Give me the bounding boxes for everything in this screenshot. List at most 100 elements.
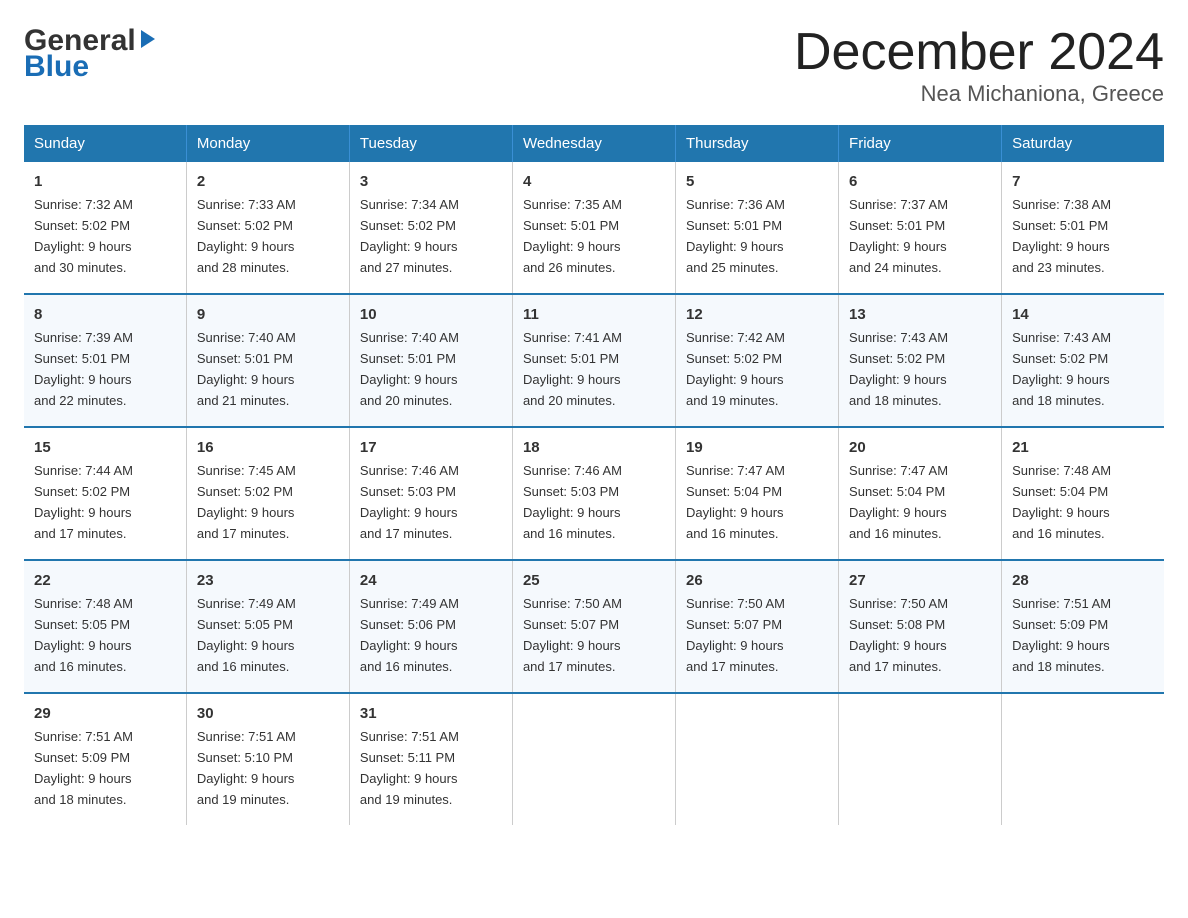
day-info: Sunrise: 7:34 AMSunset: 5:02 PMDaylight:… [360, 197, 459, 275]
calendar-header-row: Sunday Monday Tuesday Wednesday Thursday… [24, 125, 1164, 162]
day-info: Sunrise: 7:49 AMSunset: 5:06 PMDaylight:… [360, 596, 459, 674]
day-number: 25 [523, 569, 665, 592]
calendar-day-cell: 18 Sunrise: 7:46 AMSunset: 5:03 PMDaylig… [512, 427, 675, 560]
day-number: 5 [686, 170, 828, 193]
calendar-day-cell: 8 Sunrise: 7:39 AMSunset: 5:01 PMDayligh… [24, 294, 186, 427]
calendar-day-cell: 1 Sunrise: 7:32 AMSunset: 5:02 PMDayligh… [24, 162, 186, 294]
day-info: Sunrise: 7:32 AMSunset: 5:02 PMDaylight:… [34, 197, 133, 275]
day-number: 16 [197, 436, 339, 459]
day-info: Sunrise: 7:51 AMSunset: 5:09 PMDaylight:… [34, 729, 133, 807]
calendar-week-row: 1 Sunrise: 7:32 AMSunset: 5:02 PMDayligh… [24, 162, 1164, 294]
day-info: Sunrise: 7:48 AMSunset: 5:05 PMDaylight:… [34, 596, 133, 674]
calendar-day-cell: 26 Sunrise: 7:50 AMSunset: 5:07 PMDaylig… [676, 560, 839, 693]
calendar-day-cell: 24 Sunrise: 7:49 AMSunset: 5:06 PMDaylig… [349, 560, 512, 693]
day-info: Sunrise: 7:42 AMSunset: 5:02 PMDaylight:… [686, 330, 785, 408]
day-info: Sunrise: 7:35 AMSunset: 5:01 PMDaylight:… [523, 197, 622, 275]
day-number: 19 [686, 436, 828, 459]
day-info: Sunrise: 7:51 AMSunset: 5:11 PMDaylight:… [360, 729, 459, 807]
calendar-day-cell: 21 Sunrise: 7:48 AMSunset: 5:04 PMDaylig… [1002, 427, 1164, 560]
day-number: 22 [34, 569, 176, 592]
day-info: Sunrise: 7:39 AMSunset: 5:01 PMDaylight:… [34, 330, 133, 408]
day-number: 20 [849, 436, 991, 459]
day-number: 7 [1012, 170, 1154, 193]
logo: General Blue [24, 24, 159, 84]
day-info: Sunrise: 7:48 AMSunset: 5:04 PMDaylight:… [1012, 463, 1111, 541]
day-info: Sunrise: 7:47 AMSunset: 5:04 PMDaylight:… [686, 463, 785, 541]
logo-arrow-icon [137, 28, 159, 50]
calendar-subtitle: Nea Michaniona, Greece [794, 81, 1164, 107]
calendar-table: Sunday Monday Tuesday Wednesday Thursday… [24, 125, 1164, 825]
header-thursday: Thursday [676, 125, 839, 162]
calendar-day-cell: 10 Sunrise: 7:40 AMSunset: 5:01 PMDaylig… [349, 294, 512, 427]
day-info: Sunrise: 7:51 AMSunset: 5:10 PMDaylight:… [197, 729, 296, 807]
day-number: 21 [1012, 436, 1154, 459]
day-info: Sunrise: 7:50 AMSunset: 5:07 PMDaylight:… [523, 596, 622, 674]
calendar-day-cell [512, 693, 675, 825]
page-header: General Blue December 2024 Nea Michanion… [24, 24, 1164, 107]
calendar-day-cell: 25 Sunrise: 7:50 AMSunset: 5:07 PMDaylig… [512, 560, 675, 693]
calendar-day-cell: 9 Sunrise: 7:40 AMSunset: 5:01 PMDayligh… [186, 294, 349, 427]
calendar-day-cell [1002, 693, 1164, 825]
day-number: 27 [849, 569, 991, 592]
calendar-day-cell: 2 Sunrise: 7:33 AMSunset: 5:02 PMDayligh… [186, 162, 349, 294]
calendar-week-row: 8 Sunrise: 7:39 AMSunset: 5:01 PMDayligh… [24, 294, 1164, 427]
calendar-day-cell: 5 Sunrise: 7:36 AMSunset: 5:01 PMDayligh… [676, 162, 839, 294]
calendar-title-area: December 2024 Nea Michaniona, Greece [794, 24, 1164, 107]
calendar-day-cell: 19 Sunrise: 7:47 AMSunset: 5:04 PMDaylig… [676, 427, 839, 560]
day-number: 9 [197, 303, 339, 326]
day-info: Sunrise: 7:50 AMSunset: 5:08 PMDaylight:… [849, 596, 948, 674]
day-number: 28 [1012, 569, 1154, 592]
day-info: Sunrise: 7:36 AMSunset: 5:01 PMDaylight:… [686, 197, 785, 275]
header-saturday: Saturday [1002, 125, 1164, 162]
day-info: Sunrise: 7:47 AMSunset: 5:04 PMDaylight:… [849, 463, 948, 541]
day-number: 8 [34, 303, 176, 326]
header-tuesday: Tuesday [349, 125, 512, 162]
day-number: 29 [34, 702, 176, 725]
calendar-day-cell: 13 Sunrise: 7:43 AMSunset: 5:02 PMDaylig… [839, 294, 1002, 427]
day-number: 11 [523, 303, 665, 326]
day-number: 6 [849, 170, 991, 193]
day-number: 26 [686, 569, 828, 592]
calendar-day-cell: 30 Sunrise: 7:51 AMSunset: 5:10 PMDaylig… [186, 693, 349, 825]
calendar-day-cell: 17 Sunrise: 7:46 AMSunset: 5:03 PMDaylig… [349, 427, 512, 560]
day-number: 1 [34, 170, 176, 193]
calendar-day-cell: 4 Sunrise: 7:35 AMSunset: 5:01 PMDayligh… [512, 162, 675, 294]
calendar-day-cell: 11 Sunrise: 7:41 AMSunset: 5:01 PMDaylig… [512, 294, 675, 427]
calendar-day-cell: 27 Sunrise: 7:50 AMSunset: 5:08 PMDaylig… [839, 560, 1002, 693]
calendar-day-cell: 15 Sunrise: 7:44 AMSunset: 5:02 PMDaylig… [24, 427, 186, 560]
calendar-week-row: 29 Sunrise: 7:51 AMSunset: 5:09 PMDaylig… [24, 693, 1164, 825]
calendar-day-cell: 12 Sunrise: 7:42 AMSunset: 5:02 PMDaylig… [676, 294, 839, 427]
calendar-title: December 2024 [794, 24, 1164, 81]
day-number: 12 [686, 303, 828, 326]
calendar-day-cell: 6 Sunrise: 7:37 AMSunset: 5:01 PMDayligh… [839, 162, 1002, 294]
day-number: 15 [34, 436, 176, 459]
day-info: Sunrise: 7:44 AMSunset: 5:02 PMDaylight:… [34, 463, 133, 541]
day-number: 4 [523, 170, 665, 193]
day-number: 31 [360, 702, 502, 725]
day-number: 18 [523, 436, 665, 459]
calendar-week-row: 22 Sunrise: 7:48 AMSunset: 5:05 PMDaylig… [24, 560, 1164, 693]
day-number: 30 [197, 702, 339, 725]
calendar-day-cell: 23 Sunrise: 7:49 AMSunset: 5:05 PMDaylig… [186, 560, 349, 693]
day-number: 14 [1012, 303, 1154, 326]
day-info: Sunrise: 7:50 AMSunset: 5:07 PMDaylight:… [686, 596, 785, 674]
calendar-day-cell [839, 693, 1002, 825]
day-info: Sunrise: 7:46 AMSunset: 5:03 PMDaylight:… [360, 463, 459, 541]
day-number: 13 [849, 303, 991, 326]
day-number: 3 [360, 170, 502, 193]
day-number: 10 [360, 303, 502, 326]
header-sunday: Sunday [24, 125, 186, 162]
day-info: Sunrise: 7:33 AMSunset: 5:02 PMDaylight:… [197, 197, 296, 275]
header-wednesday: Wednesday [512, 125, 675, 162]
day-info: Sunrise: 7:43 AMSunset: 5:02 PMDaylight:… [849, 330, 948, 408]
calendar-day-cell [676, 693, 839, 825]
calendar-day-cell: 31 Sunrise: 7:51 AMSunset: 5:11 PMDaylig… [349, 693, 512, 825]
day-info: Sunrise: 7:40 AMSunset: 5:01 PMDaylight:… [197, 330, 296, 408]
calendar-week-row: 15 Sunrise: 7:44 AMSunset: 5:02 PMDaylig… [24, 427, 1164, 560]
day-number: 2 [197, 170, 339, 193]
day-info: Sunrise: 7:51 AMSunset: 5:09 PMDaylight:… [1012, 596, 1111, 674]
calendar-day-cell: 7 Sunrise: 7:38 AMSunset: 5:01 PMDayligh… [1002, 162, 1164, 294]
calendar-day-cell: 22 Sunrise: 7:48 AMSunset: 5:05 PMDaylig… [24, 560, 186, 693]
day-number: 24 [360, 569, 502, 592]
day-info: Sunrise: 7:41 AMSunset: 5:01 PMDaylight:… [523, 330, 622, 408]
